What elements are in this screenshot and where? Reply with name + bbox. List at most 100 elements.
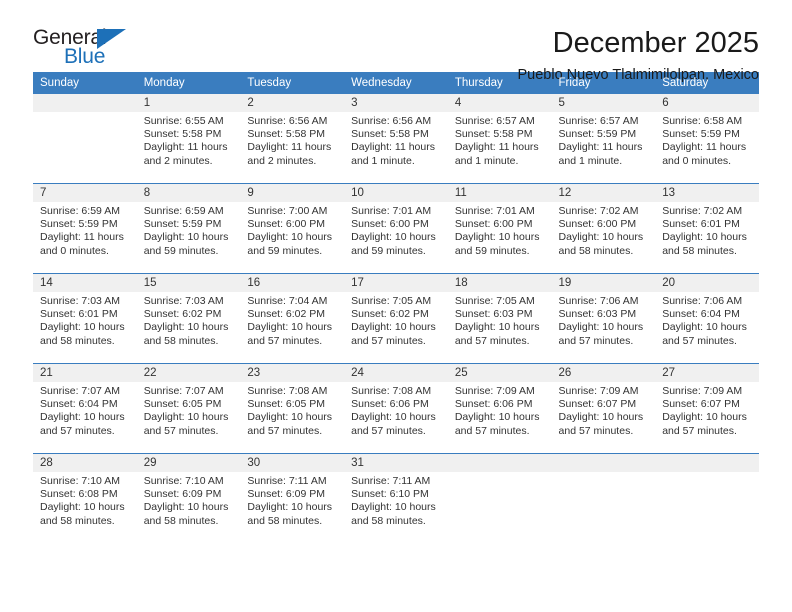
day-event-line: Sunset: 6:03 PM bbox=[558, 308, 637, 321]
day-events: Sunrise: 7:07 AM Sunset: 6:04 PM Daylight:… bbox=[33, 382, 137, 438]
calendar-day-cell[interactable]: 10 Sunrise: 7:01 AM Sunset: 6:00 PM Dayligh… bbox=[344, 183, 448, 274]
day-event-line: Sunrise: 7:00 AM bbox=[247, 205, 328, 217]
day-cell-inner: 18 Sunrise: 7:05 AM Sunset: 6:03 PM Dayligh… bbox=[447, 274, 552, 363]
day-cell-inner: 1 Sunrise: 6:55 AM Sunset: 5:58 PM Daylight… bbox=[136, 94, 241, 183]
day-events bbox=[655, 472, 759, 475]
calendar-day-cell[interactable]: 17 Sunrise: 7:05 AM Sunset: 6:02 PM Dayligh… bbox=[344, 273, 448, 364]
weekday-header-sunday: Sunday bbox=[33, 72, 137, 94]
day-event-line: Sunrise: 7:02 AM bbox=[662, 205, 743, 217]
day-event-line: and 59 minutes. bbox=[143, 244, 219, 257]
day-event-line: and 58 minutes. bbox=[143, 514, 219, 527]
calendar-day-cell[interactable]: 2 Sunrise: 6:56 AM Sunset: 5:58 PM Daylight… bbox=[240, 94, 345, 184]
day-cell-inner: 7 Sunrise: 6:59 AM Sunset: 5:59 PM Daylight… bbox=[33, 184, 137, 273]
calendar-day-cell[interactable]: 29 Sunrise: 7:10 AM Sunset: 6:09 PM Dayligh… bbox=[136, 453, 241, 543]
day-events: Sunrise: 6:56 AM Sunset: 5:58 PM Daylight:… bbox=[344, 112, 448, 168]
calendar-day-cell[interactable]: 13 Sunrise: 7:02 AM Sunset: 6:01 PM Dayligh… bbox=[655, 183, 759, 274]
calendar-day-cell[interactable]: 14 Sunrise: 7:03 AM Sunset: 6:01 PM Dayligh… bbox=[33, 273, 137, 364]
day-cell-inner: 21 Sunrise: 7:07 AM Sunset: 6:04 PM Dayligh… bbox=[33, 364, 137, 453]
day-event-line: Sunset: 6:00 PM bbox=[558, 218, 637, 231]
day-event-line: and 57 minutes. bbox=[247, 424, 323, 437]
logo-text-blue: Blue bbox=[64, 45, 106, 68]
calendar-day-cell[interactable]: 19 Sunrise: 7:06 AM Sunset: 6:03 PM Dayligh… bbox=[551, 273, 656, 364]
calendar-day-cell[interactable]: 28 Sunrise: 7:10 AM Sunset: 6:08 PM Dayligh… bbox=[33, 453, 137, 543]
day-cell-inner bbox=[33, 94, 137, 183]
day-event-line: Sunrise: 7:05 AM bbox=[454, 295, 535, 307]
calendar-day-cell[interactable]: 25 Sunrise: 7:09 AM Sunset: 6:06 PM Dayligh… bbox=[447, 363, 552, 454]
day-event-line: Daylight: 10 hours bbox=[247, 321, 333, 334]
day-events bbox=[552, 472, 656, 475]
calendar-day-cell[interactable]: 8 Sunrise: 6:59 AM Sunset: 5:59 PM Daylight… bbox=[136, 183, 241, 274]
calendar-day-cell[interactable]: 16 Sunrise: 7:04 AM Sunset: 6:02 PM Dayligh… bbox=[240, 273, 345, 364]
day-number: 20 bbox=[655, 274, 759, 292]
calendar-day-cell[interactable]: 7 Sunrise: 6:59 AM Sunset: 5:59 PM Daylight… bbox=[33, 183, 137, 274]
calendar-day-cell[interactable]: 27 Sunrise: 7:09 AM Sunset: 6:07 PM Dayligh… bbox=[655, 363, 759, 454]
day-cell-inner: 26 Sunrise: 7:09 AM Sunset: 6:07 PM Dayligh… bbox=[551, 364, 656, 453]
calendar-day-cell[interactable]: 6 Sunrise: 6:58 AM Sunset: 5:59 PM Daylight… bbox=[655, 94, 759, 184]
calendar-day-cell[interactable]: 21 Sunrise: 7:07 AM Sunset: 6:04 PM Dayligh… bbox=[33, 363, 137, 454]
calendar-day-cell[interactable]: 26 Sunrise: 7:09 AM Sunset: 6:07 PM Dayligh… bbox=[551, 363, 656, 454]
page-header: General Blue December 2025 Pueblo Nuevo … bbox=[33, 0, 759, 83]
general-blue-logo: General Blue bbox=[33, 26, 141, 72]
day-event-line: Sunset: 6:03 PM bbox=[454, 308, 533, 321]
calendar-day-cell[interactable]: 4 Sunrise: 6:57 AM Sunset: 5:58 PM Daylight… bbox=[447, 94, 552, 184]
day-event-line: Daylight: 10 hours bbox=[662, 231, 747, 244]
day-events: Sunrise: 7:03 AM Sunset: 6:02 PM Daylight:… bbox=[137, 292, 241, 348]
day-cell-inner: 4 Sunrise: 6:57 AM Sunset: 5:58 PM Daylight… bbox=[447, 94, 552, 183]
calendar-day-cell[interactable]: 22 Sunrise: 7:07 AM Sunset: 6:05 PM Dayligh… bbox=[136, 363, 241, 454]
day-event-line: Daylight: 10 hours bbox=[558, 411, 644, 424]
day-cell-inner: 8 Sunrise: 6:59 AM Sunset: 5:59 PM Daylight… bbox=[136, 184, 241, 273]
day-cell-inner: 25 Sunrise: 7:09 AM Sunset: 6:06 PM Dayligh… bbox=[447, 364, 552, 453]
calendar-day-cell[interactable]: 5 Sunrise: 6:57 AM Sunset: 5:59 PM Daylight… bbox=[551, 94, 656, 184]
day-event-line: Daylight: 10 hours bbox=[143, 411, 229, 424]
day-events: Sunrise: 7:08 AM Sunset: 6:06 PM Daylight:… bbox=[344, 382, 448, 438]
calendar-day-cell[interactable]: 9 Sunrise: 7:00 AM Sunset: 6:00 PM Daylight… bbox=[240, 183, 345, 274]
day-event-line: and 58 minutes. bbox=[247, 514, 323, 527]
day-event-line: and 58 minutes. bbox=[351, 514, 426, 527]
day-number: 6 bbox=[655, 94, 759, 112]
calendar-day-cell[interactable]: 30 Sunrise: 7:11 AM Sunset: 6:09 PM Dayligh… bbox=[240, 453, 345, 543]
day-cell-inner: 9 Sunrise: 7:00 AM Sunset: 6:00 PM Daylight… bbox=[240, 184, 345, 273]
day-event-line: Daylight: 10 hours bbox=[247, 501, 333, 514]
calendar-day-cell[interactable]: 31 Sunrise: 7:11 AM Sunset: 6:10 PM Dayligh… bbox=[344, 453, 448, 543]
calendar-day-cell[interactable]: 12 Sunrise: 7:02 AM Sunset: 6:00 PM Dayligh… bbox=[551, 183, 656, 274]
day-number bbox=[655, 454, 759, 472]
calendar-day-cell[interactable]: 15 Sunrise: 7:03 AM Sunset: 6:02 PM Dayligh… bbox=[136, 273, 241, 364]
day-event-line: Sunrise: 6:59 AM bbox=[40, 205, 120, 217]
day-cell-inner bbox=[551, 454, 656, 543]
day-cell-inner bbox=[655, 454, 759, 543]
day-number bbox=[447, 454, 552, 472]
day-events: Sunrise: 7:06 AM Sunset: 6:04 PM Daylight:… bbox=[655, 292, 759, 348]
day-event-line: and 57 minutes. bbox=[558, 424, 634, 437]
day-event-line: Daylight: 10 hours bbox=[558, 321, 644, 334]
calendar-day-cell[interactable]: 24 Sunrise: 7:08 AM Sunset: 6:06 PM Dayligh… bbox=[344, 363, 448, 454]
day-event-line: and 57 minutes. bbox=[662, 424, 737, 437]
day-number: 11 bbox=[447, 184, 552, 202]
day-events: Sunrise: 6:56 AM Sunset: 5:58 PM Daylight:… bbox=[240, 112, 344, 168]
day-event-line: Sunrise: 6:59 AM bbox=[143, 205, 224, 217]
day-event-line: Daylight: 10 hours bbox=[351, 321, 436, 334]
day-event-line: and 58 minutes. bbox=[662, 244, 737, 257]
calendar-day-cell[interactable]: 11 Sunrise: 7:01 AM Sunset: 6:00 PM Dayligh… bbox=[447, 183, 552, 274]
day-events: Sunrise: 7:05 AM Sunset: 6:02 PM Daylight:… bbox=[344, 292, 448, 348]
calendar-day-cell[interactable]: 20 Sunrise: 7:06 AM Sunset: 6:04 PM Dayligh… bbox=[655, 273, 759, 364]
day-event-line: Daylight: 11 hours bbox=[454, 141, 539, 154]
day-event-line: Sunrise: 6:58 AM bbox=[662, 115, 743, 127]
day-event-line: Sunset: 6:02 PM bbox=[143, 308, 222, 321]
calendar-day-cell[interactable]: 18 Sunrise: 7:05 AM Sunset: 6:03 PM Dayligh… bbox=[447, 273, 552, 364]
day-event-line: and 57 minutes. bbox=[351, 334, 426, 347]
day-event-line: Daylight: 10 hours bbox=[454, 231, 540, 244]
day-number: 1 bbox=[136, 94, 241, 112]
day-event-line: Daylight: 10 hours bbox=[558, 231, 644, 244]
day-cell-inner: 31 Sunrise: 7:11 AM Sunset: 6:10 PM Dayligh… bbox=[344, 454, 448, 543]
calendar-day-cell[interactable]: 3 Sunrise: 6:56 AM Sunset: 5:58 PM Daylight… bbox=[344, 94, 448, 184]
calendar-day-cell[interactable]: 1 Sunrise: 6:55 AM Sunset: 5:58 PM Daylight… bbox=[136, 94, 241, 184]
calendar-day-cell[interactable]: 23 Sunrise: 7:08 AM Sunset: 6:05 PM Dayligh… bbox=[240, 363, 345, 454]
day-number: 16 bbox=[240, 274, 345, 292]
day-event-line: and 59 minutes. bbox=[247, 244, 323, 257]
day-cell-inner: 5 Sunrise: 6:57 AM Sunset: 5:59 PM Daylight… bbox=[551, 94, 656, 183]
day-event-line: Sunrise: 7:10 AM bbox=[40, 475, 120, 487]
day-number: 13 bbox=[655, 184, 759, 202]
day-event-line: Sunrise: 7:11 AM bbox=[247, 475, 327, 487]
day-event-line: Sunset: 6:04 PM bbox=[40, 398, 118, 411]
day-number: 14 bbox=[33, 274, 137, 292]
